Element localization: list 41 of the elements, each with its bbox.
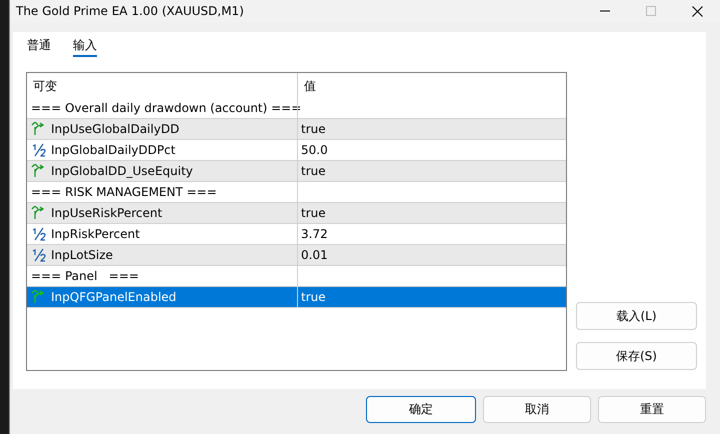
parameter-name: === RISK MANAGEMENT ===	[31, 185, 217, 199]
close-icon[interactable]	[692, 6, 702, 16]
parameter-value: true	[301, 290, 326, 304]
parameter-name: InpLotSize	[51, 248, 113, 262]
table-row[interactable]: InpQFGPanelEnabled true	[27, 287, 566, 308]
table-row[interactable]: InpLotSize 0.01	[27, 245, 566, 266]
half-fraction-icon	[31, 143, 47, 157]
dialog-button[interactable]: 重置	[598, 396, 706, 423]
tab[interactable]: 输入	[73, 35, 97, 57]
parameter-value: 3.72	[301, 227, 328, 241]
parameter-name: InpUseGlobalDailyDD	[51, 122, 180, 136]
table-row[interactable]: InpGlobalDD_UseEquity true	[27, 161, 566, 182]
column-header[interactable]: 可变	[27, 73, 297, 98]
parameter-value: 0.01	[301, 248, 328, 262]
half-fraction-icon	[31, 227, 47, 241]
parameter-name: === Overall daily drawdown (account) ===	[31, 101, 302, 115]
parameter-name: === Panel ===	[31, 269, 139, 283]
parameter-value: true	[301, 206, 326, 220]
window-title: The Gold Prime EA 1.00 (XAUUSD,M1)	[15, 4, 245, 18]
branch-arrow-icon	[31, 206, 47, 220]
table-row[interactable]: InpUseRiskPercent true	[27, 203, 566, 224]
parameter-value: true	[301, 122, 326, 136]
table-row[interactable]: InpUseGlobalDailyDD true	[27, 119, 566, 140]
parameter-name: InpGlobalDD_UseEquity	[51, 164, 193, 178]
parameter-name: InpUseRiskPercent	[51, 206, 162, 220]
parameter-value: true	[301, 164, 326, 178]
tab[interactable]: 普通	[27, 35, 51, 57]
parameter-name: InpGlobalDailyDDPct	[51, 143, 176, 157]
branch-arrow-icon	[31, 290, 47, 304]
branch-arrow-icon	[31, 164, 47, 178]
side-button[interactable]: 载入(L)	[576, 302, 697, 330]
dialog-button[interactable]: 取消	[483, 396, 591, 423]
parameter-value: 50.0	[301, 143, 328, 157]
minimize-icon[interactable]	[600, 10, 610, 12]
parameter-name: InpQFGPanelEnabled	[51, 290, 176, 304]
parameter-name: InpRiskPercent	[51, 227, 140, 241]
dialog-button[interactable]: 确定	[366, 396, 476, 423]
column-header[interactable]: 值	[297, 73, 566, 98]
branch-arrow-icon	[31, 122, 47, 136]
side-button[interactable]: 保存(S)	[576, 342, 697, 370]
half-fraction-icon	[31, 248, 47, 262]
